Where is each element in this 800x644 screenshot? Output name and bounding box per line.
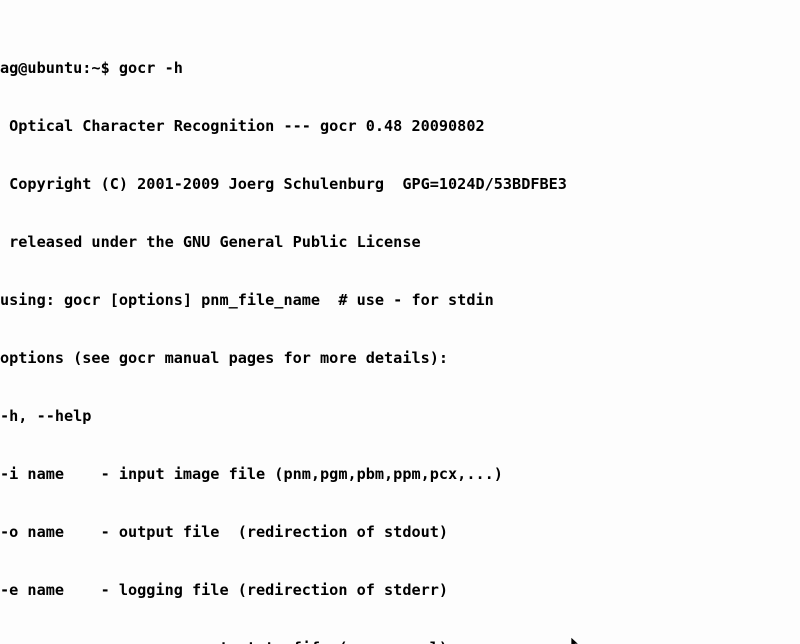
terminal-line-output: -e name - logging file (redirection of s… [0,581,449,600]
terminal-line-output: using: gocr [options] pnm_file_name # us… [0,291,494,310]
terminal-line-output: -i name - input image file (pnm,pgm,pbm,… [0,465,503,484]
terminal-line-output: options (see gocr manual pages for more … [0,349,449,368]
terminal-line-command: ag@ubuntu:~$ gocr -h [0,59,183,78]
terminal-line-output: -x name - progress output to fifo (see m… [0,639,631,644]
terminal-line-output: released under the GNU General Public Li… [0,233,421,252]
terminal-line-output: -o name - output file (redirection of st… [0,523,449,542]
terminal-line-output: Optical Character Recognition --- gocr 0… [0,117,485,136]
terminal-screen[interactable]: ag@ubuntu:~$ gocr -h Optical Character R… [0,1,631,644]
terminal-line-output: -h, --help [0,407,92,426]
terminal-window[interactable]: ag@ubuntu:~$ gocr -h Optical Character R… [0,0,800,644]
terminal-line-output: Copyright (C) 2001-2009 Joerg Schulenbur… [0,175,567,194]
